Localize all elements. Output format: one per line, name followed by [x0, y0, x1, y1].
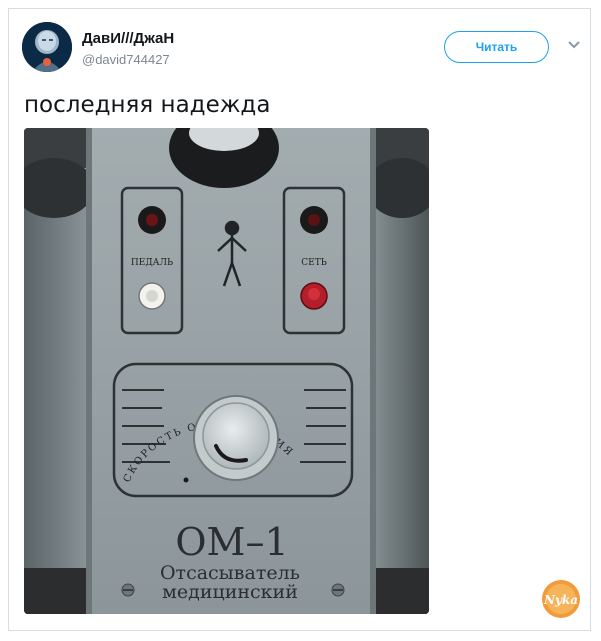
chevron-down-icon[interactable] — [567, 38, 581, 52]
device-photo: ПЕДАЛЬ СЕТЬ СКОРОСТЬ О ИЯ ОМ–1 Отсасыват… — [24, 128, 429, 614]
follow-button[interactable]: Читать — [444, 31, 549, 63]
device-name-line2: медицинский — [162, 581, 298, 603]
left-socket-label: ПЕДАЛЬ — [131, 258, 173, 268]
device-model-label: ОМ–1 — [175, 520, 288, 564]
avatar-image — [22, 22, 72, 72]
display-name[interactable]: ДавИ///ДжаН — [82, 30, 174, 47]
watermark-logo: Nyka — [542, 580, 580, 618]
user-handle[interactable]: @david744427 — [82, 52, 170, 67]
tweet-text: последняя надежда — [24, 92, 271, 118]
right-socket-label: СЕТЬ — [301, 258, 327, 268]
watermark-text: Nyka — [543, 593, 578, 607]
avatar[interactable] — [22, 22, 72, 72]
tweet-photo[interactable]: ПЕДАЛЬ СЕТЬ СКОРОСТЬ О ИЯ ОМ–1 Отсасыват… — [24, 128, 429, 614]
